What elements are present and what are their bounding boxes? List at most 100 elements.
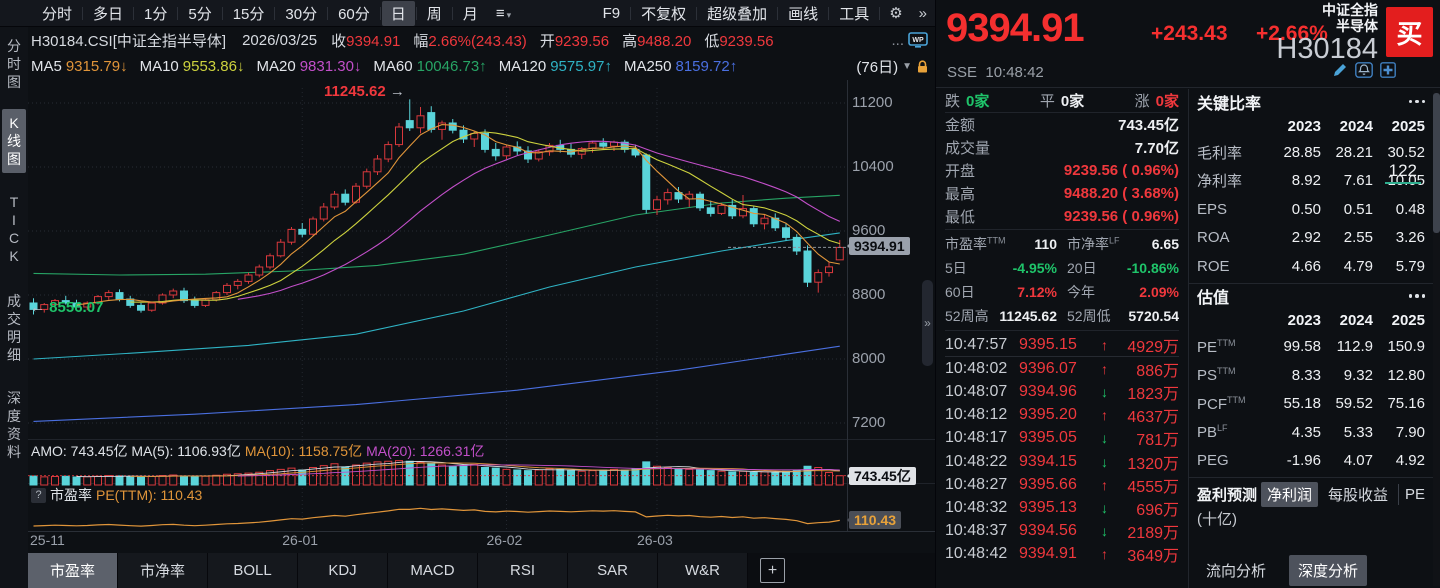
more-options-icon[interactable] [1409, 100, 1426, 104]
sidebar-item-char: C [9, 229, 19, 247]
toolbar-button-超级叠加[interactable]: 超级叠加 [698, 1, 776, 26]
sidebar-item-TICK[interactable]: TICK [2, 188, 26, 270]
indicator-tab-BOLL[interactable]: BOLL [208, 553, 298, 588]
period-tab-分时[interactable]: 分时 [33, 1, 81, 26]
list-menu-icon[interactable]: ≡▾ [487, 3, 520, 24]
indicator-tab-市盈率[interactable]: 市盈率 [28, 553, 118, 588]
indicator-tab-SAR[interactable]: SAR [568, 553, 658, 588]
candle-body [310, 219, 317, 234]
forecast-tab-PE[interactable]: PE [1398, 484, 1431, 505]
lock-icon[interactable] [916, 60, 929, 74]
stat-cell-52周低: 52周低5720.54 [1067, 306, 1179, 326]
analysis-tab-深度分析[interactable]: 深度分析 [1289, 555, 1367, 586]
amo-label: AMO: 743.45亿 MA(5): 1106.93亿 [31, 441, 241, 461]
add-indicator-icon[interactable]: + [760, 558, 785, 583]
period-tab-60分[interactable]: 60分 [329, 1, 379, 26]
stat-value: -4.95% [1013, 260, 1057, 276]
toolbar-overflow-icon[interactable]: » [911, 5, 935, 22]
candle-body [428, 113, 435, 130]
toolbar-button-画线[interactable]: 画线 [779, 1, 827, 26]
wp-monitor-icon[interactable]: WP [907, 32, 929, 49]
year-label: 2023 [1269, 312, 1321, 329]
tick-direction-icon: ↓ [1101, 430, 1117, 446]
indicator-tab-W&R[interactable]: W&R [658, 553, 748, 588]
sidebar-item-K线图[interactable]: K线图 [2, 109, 26, 173]
volume-bar [761, 472, 768, 485]
dot [1422, 294, 1426, 298]
volume-bar [148, 477, 155, 486]
period-tab-月[interactable]: 月 [454, 1, 487, 26]
candle-body [342, 194, 349, 202]
metric-value: 59.52 [1321, 395, 1373, 412]
panel-collapse-handle[interactable]: » [922, 280, 933, 366]
metric-value: 12.80 [1373, 367, 1425, 384]
tick-time: 10:48:22 [945, 453, 1019, 471]
metric-value: 5.33 [1321, 424, 1373, 441]
candle-body [718, 205, 725, 213]
volume-bar [62, 476, 69, 485]
candle-body [191, 301, 198, 306]
period-tab-5分[interactable]: 5分 [179, 1, 220, 26]
candle-body [234, 281, 241, 285]
forecast-value: 122 [1385, 161, 1421, 184]
buy-button[interactable]: 买 [1386, 7, 1433, 57]
stat-label: 60日 [945, 282, 975, 302]
ma-item-MA20: MA209831.30↓ [257, 58, 362, 75]
toolbar-button-F9[interactable]: F9 [594, 3, 630, 24]
pencil-icon[interactable] [1332, 62, 1348, 78]
tick-row: 10:48:079394.96↓1823万 [945, 380, 1179, 403]
indicator-tab-MACD[interactable]: MACD [388, 553, 478, 588]
field-value: 9488.20 [637, 33, 691, 50]
chevron-down-icon[interactable]: ▼ [902, 61, 912, 72]
quote-data-column: 跌0家平0家涨0家 金额743.45亿成交量7.70亿开盘9239.56 ( 0… [936, 89, 1189, 588]
year-header-row: 202320242025 [1197, 309, 1425, 333]
tick-time: 10:48:12 [945, 406, 1019, 424]
last-price-tag: 9394.91 [849, 237, 910, 255]
volume-bar [707, 471, 714, 485]
metric-row-PEG: PEG-1.964.074.92 [1197, 447, 1425, 476]
period-tab-1分[interactable]: 1分 [135, 1, 176, 26]
scrollbar[interactable] [1433, 90, 1440, 586]
pe-pane-label: 市盈率 [50, 485, 92, 505]
metric-value: 0.48 [1373, 201, 1425, 218]
forecast-tab-每股收益[interactable]: 每股收益 [1322, 482, 1394, 507]
field-收: 收9394.91 [331, 33, 400, 50]
toolbar-button-不复权[interactable]: 不复权 [632, 1, 695, 26]
metric-value: 0.50 [1269, 201, 1321, 218]
svg-text:WP: WP [912, 37, 924, 44]
sidebar-item-分时图[interactable]: 分时图 [2, 32, 26, 96]
tick-row: 10:48:229394.15↓1320万 [945, 450, 1179, 473]
period-tab-周[interactable]: 周 [418, 1, 451, 26]
indicator-tab-RSI[interactable]: RSI [478, 553, 568, 588]
bell-icon[interactable] [1355, 62, 1373, 78]
volume-bar [159, 476, 166, 486]
gear-icon[interactable]: ⚙ [881, 4, 910, 22]
help-icon[interactable]: ? [31, 488, 46, 503]
volume-bar [664, 468, 671, 486]
field-开: 开9239.56 [540, 33, 609, 50]
quote-row-value: 9239.56 ( 0.96%) [1064, 162, 1179, 179]
more-options-icon[interactable] [1409, 294, 1426, 298]
toolbar-button-工具[interactable]: 工具 [830, 1, 878, 26]
stat-label: 市净率LF [1067, 234, 1120, 254]
scrollbar-thumb[interactable] [1433, 93, 1440, 233]
period-tab-30分[interactable]: 30分 [276, 1, 326, 26]
ma-value: 8159.72↑ [675, 58, 737, 75]
sidebar-item-char: 明 [7, 328, 21, 346]
indicator-tab-市净率[interactable]: 市净率 [118, 553, 208, 588]
period-tab-多日[interactable]: 多日 [84, 1, 132, 26]
period-tab-15分[interactable]: 15分 [224, 1, 274, 26]
forecast-tab-净利润[interactable]: 净利润 [1261, 482, 1318, 507]
sidebar-item-深度资料[interactable]: 深度资料 [2, 384, 26, 466]
stat-value: 5720.54 [1128, 308, 1179, 324]
add-watchlist-icon[interactable] [1380, 62, 1396, 78]
indicator-tab-KDJ[interactable]: KDJ [298, 553, 388, 588]
sidebar-item-成交明细[interactable]: 成交明细 [2, 287, 26, 369]
period-tab-日[interactable]: 日 [382, 1, 415, 26]
kline-canvas[interactable] [28, 80, 935, 553]
volume-bar [95, 476, 102, 485]
volume-bar [310, 468, 317, 486]
analysis-tab-流向分析[interactable]: 流向分析 [1197, 555, 1275, 586]
info-bar-right: ... WP [891, 32, 935, 49]
tick-amount: 696万 [1117, 496, 1179, 520]
